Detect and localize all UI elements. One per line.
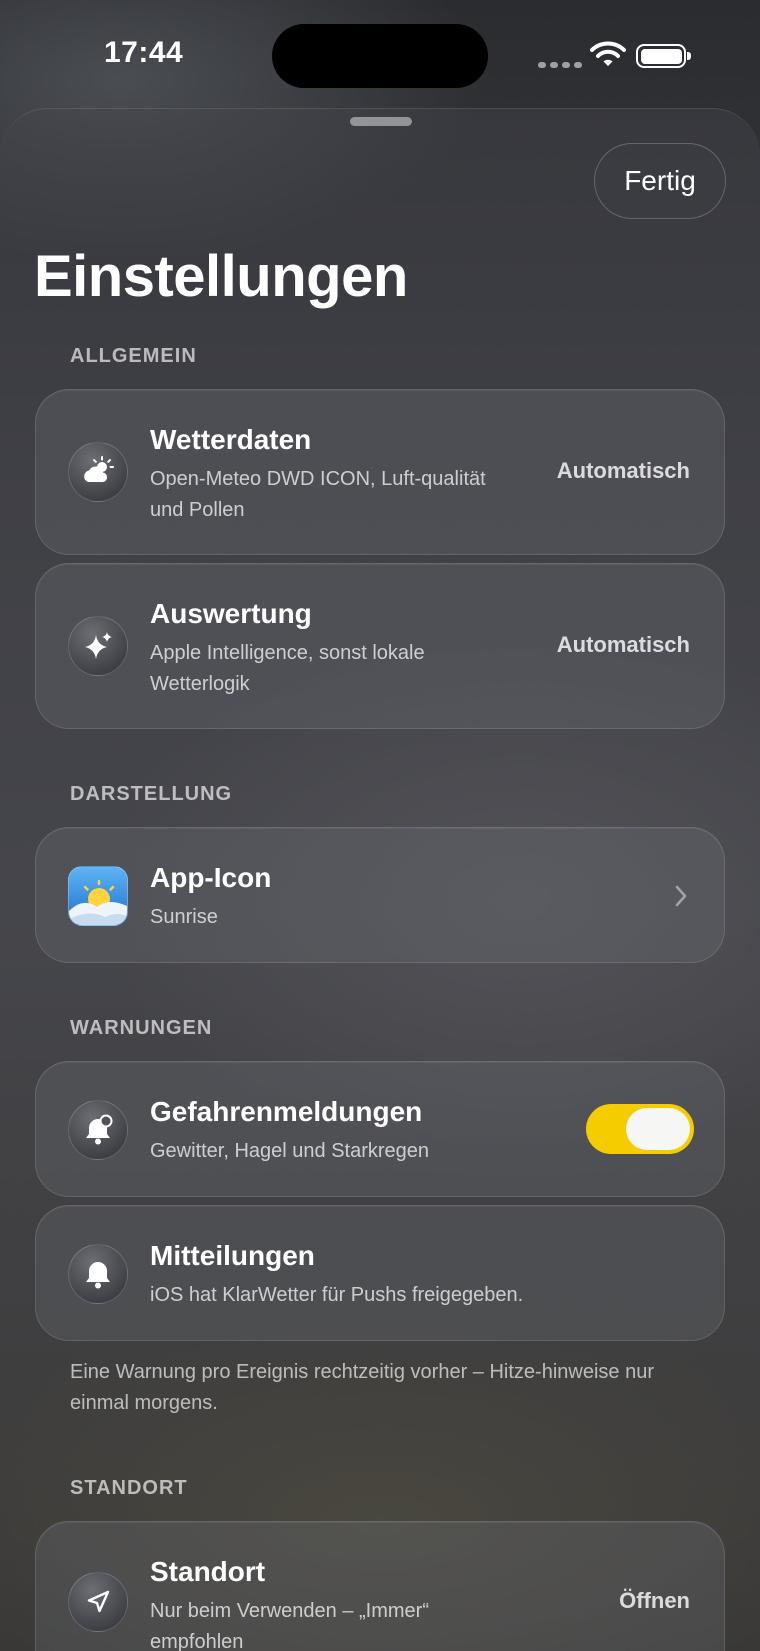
settings-row-gefahrenmeldungen: Gefahrenmeldungen Gewitter, Hagel und St… xyxy=(35,1061,725,1197)
row-subtitle: Open-Meteo DWD ICON, Luft-qualität und P… xyxy=(150,468,486,521)
hazard-alerts-toggle[interactable] xyxy=(586,1104,694,1154)
settings-sheet: Fertig Einstellungen ALLGEMEIN Wetterdat… xyxy=(0,108,760,1651)
sparkles-icon xyxy=(68,616,128,676)
open-location-settings-button[interactable]: Öffnen xyxy=(619,1588,690,1614)
row-title: Standort xyxy=(150,1556,266,1587)
row-title: Auswertung xyxy=(150,598,312,629)
row-title: Wetterdaten xyxy=(150,424,312,455)
settings-row-standort[interactable]: Standort Nur beim Verwenden – „Immer“ em… xyxy=(35,1521,725,1651)
settings-row-app-icon[interactable]: App-Icon Sunrise xyxy=(35,827,725,963)
toggle-knob xyxy=(626,1108,690,1150)
bell-badge-icon xyxy=(68,1100,128,1160)
row-title: Gefahrenmeldungen xyxy=(150,1096,423,1127)
status-bar: 17:44 xyxy=(0,0,760,100)
row-subtitle: Apple Intelligence, sonst lokale Wetterl… xyxy=(150,642,425,695)
section-header-darstellung: DARSTELLUNG xyxy=(70,783,233,805)
chevron-right-icon xyxy=(675,885,687,907)
row-subtitle: Gewitter, Hagel und Starkregen xyxy=(150,1140,430,1162)
row-value: Automatisch xyxy=(556,632,690,657)
status-time: 17:44 xyxy=(104,36,184,69)
warnings-footnote: Eine Warnung pro Ereignis rechtzeitig vo… xyxy=(70,1361,654,1414)
cellular-signal-icon xyxy=(538,62,582,68)
settings-row-auswertung[interactable]: Auswertung Apple Intelligence, sonst lok… xyxy=(35,563,725,729)
done-button[interactable]: Fertig xyxy=(594,143,726,219)
section-header-standort: STANDORT xyxy=(70,1477,188,1499)
row-subtitle: Sunrise xyxy=(150,906,218,928)
page-title: Einstellungen xyxy=(34,244,408,309)
settings-row-mitteilungen[interactable]: Mitteilungen iOS hat KlarWetter für Push… xyxy=(35,1205,725,1341)
settings-row-wetterdaten[interactable]: Wetterdaten Open-Meteo DWD ICON, Luft-qu… xyxy=(35,389,725,555)
battery-icon xyxy=(636,44,691,68)
cloud-sun-icon xyxy=(68,442,128,502)
wifi-icon xyxy=(590,41,626,66)
section-header-warnungen: WARNUNGEN xyxy=(70,1017,213,1039)
sheet-grabber[interactable] xyxy=(350,117,412,126)
bell-icon xyxy=(68,1244,128,1304)
location-arrow-icon xyxy=(68,1572,128,1632)
section-header-allgemein: ALLGEMEIN xyxy=(70,345,197,367)
dynamic-island xyxy=(272,24,488,88)
app-icon-sunrise xyxy=(68,866,128,926)
row-subtitle: Nur beim Verwenden – „Immer“ empfohlen xyxy=(150,1600,429,1651)
row-title: App-Icon xyxy=(150,862,272,893)
row-title: Mitteilungen xyxy=(150,1240,315,1271)
row-value: Automatisch xyxy=(556,458,690,483)
row-subtitle: iOS hat KlarWetter für Pushs freigegeben… xyxy=(150,1284,524,1306)
